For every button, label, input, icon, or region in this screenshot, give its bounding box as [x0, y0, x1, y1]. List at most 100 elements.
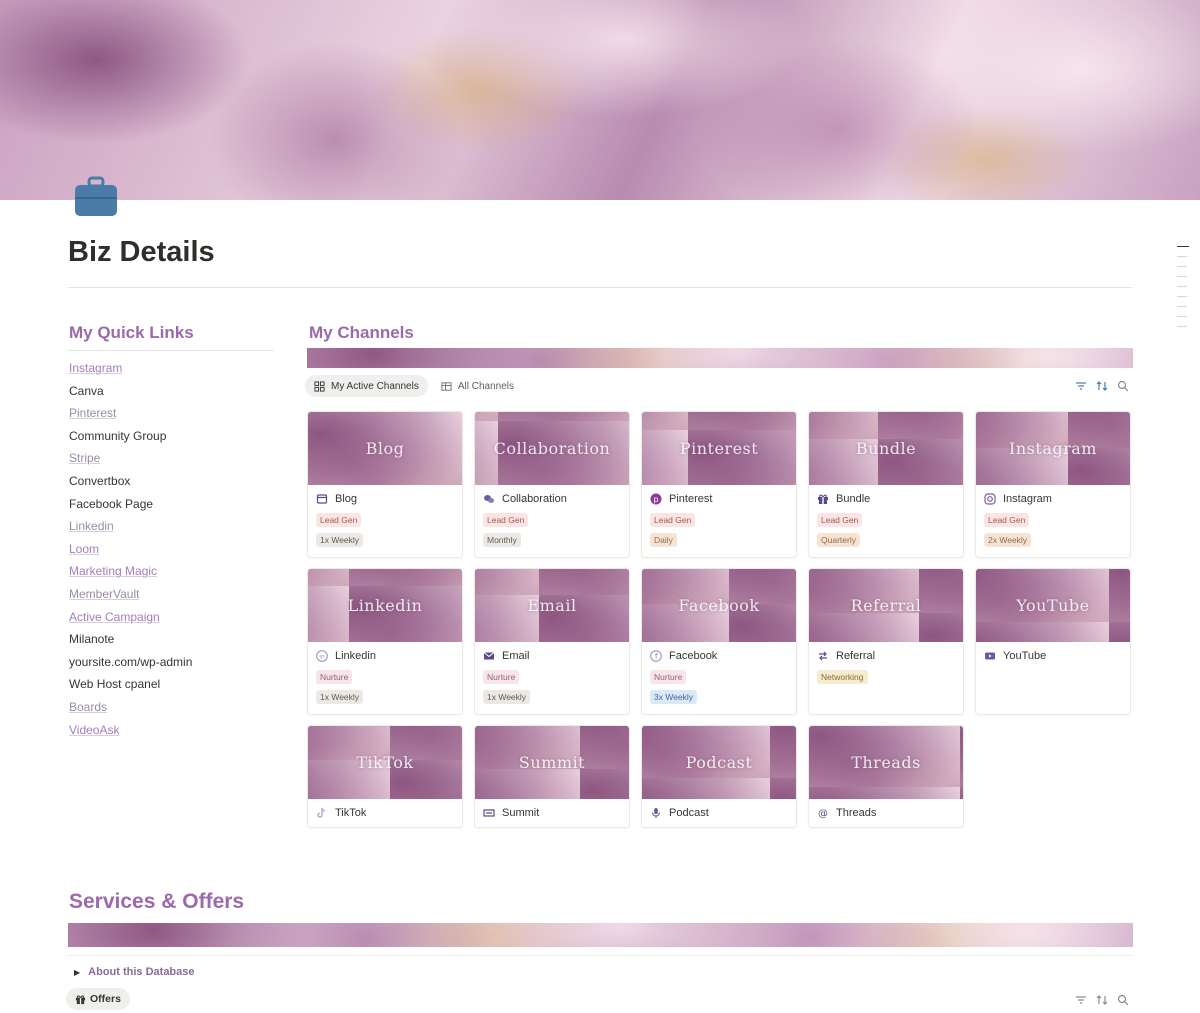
tab-all-channels[interactable]: All Channels [432, 375, 523, 397]
svg-text:@: @ [818, 809, 828, 820]
channel-card-collaboration[interactable]: Collaboration Collaboration Lead Gen Monthl… [474, 411, 630, 558]
card-cover: Bundle [809, 412, 963, 485]
facebook-icon: f [650, 650, 662, 662]
card-name-label: Threads [836, 807, 877, 819]
filter-icon[interactable] [1075, 994, 1087, 1006]
card-tags: Lead Gen 1x Weekly [316, 507, 454, 547]
cover-image [0, 0, 1200, 200]
card-cover: Instagram [976, 412, 1130, 485]
channel-card-instagram[interactable]: Instagram Instagram Lead Gen 2x Weekly [975, 411, 1131, 558]
card-cover: Email [475, 569, 629, 642]
channel-card-blog[interactable]: Blog Blog Lead Gen 1x Weekly [307, 411, 463, 558]
quick-link-canva[interactable]: Canva [69, 383, 279, 406]
channel-card-referral[interactable]: Referral Referral Networking [808, 568, 964, 715]
card-name-label: Referral [836, 650, 876, 662]
card-tags: Nurture 1x Weekly [316, 664, 454, 704]
tag-badge: Lead Gen [817, 513, 863, 527]
card-cover-title: Summit [518, 753, 586, 772]
quick-link-loom[interactable]: Loom [69, 541, 279, 564]
quick-link-yoursite-com-wp-admin[interactable]: yoursite.com/wp-admin [69, 654, 279, 677]
channel-card-tiktok[interactable]: TikTok TikTok [307, 725, 463, 828]
card-name: Referral [817, 648, 955, 664]
card-name: TikTok [316, 805, 454, 821]
channel-card-summit[interactable]: Summit Summit [474, 725, 630, 828]
channel-card-podcast[interactable]: Podcast Podcast [641, 725, 797, 828]
channel-card-pinterest[interactable]: Pinterest p Pinterest Lead Gen Daily [641, 411, 797, 558]
card-tags: Lead Gen 2x Weekly [984, 507, 1122, 547]
quick-link-milanote[interactable]: Milanote [69, 631, 279, 654]
chat-icon [484, 495, 494, 503]
quick-link-web-host-cpanel[interactable]: Web Host cpanel [69, 676, 279, 699]
tab-offers[interactable]: Offers [66, 988, 130, 1010]
card-name-label: Linkedin [335, 650, 376, 662]
svg-text:p: p [653, 495, 658, 504]
search-icon[interactable] [1117, 994, 1129, 1006]
quick-link-active-campaign[interactable]: Active Campaign [69, 609, 279, 632]
quick-link-membervault[interactable]: MemberVault [69, 586, 279, 609]
triangle-right-icon: ▶ [74, 967, 81, 977]
tag-badge: 1x Weekly [316, 690, 364, 704]
quick-link-convertbox[interactable]: Convertbox [69, 473, 279, 496]
tag-badge: 3x Weekly [650, 690, 698, 704]
tag-badge: Lead Gen [316, 513, 362, 527]
card-name: YouTube [984, 648, 1122, 664]
quick-link-community-group[interactable]: Community Group [69, 428, 279, 451]
table-of-contents[interactable] [1177, 246, 1189, 336]
tag-badge: Quarterly [817, 533, 860, 547]
about-database-toggle[interactable]: ▶ About this Database [74, 966, 195, 978]
quick-link-videoask[interactable]: VideoAsk [69, 722, 279, 745]
channel-card-facebook[interactable]: Facebook f Facebook Nurture 3x Weekly [641, 568, 797, 715]
card-name-label: TikTok [335, 807, 367, 819]
channel-card-youtube[interactable]: YouTube YouTube [975, 568, 1131, 715]
card-cover: Facebook [642, 569, 796, 642]
quick-link-instagram[interactable]: Instagram [69, 360, 279, 383]
referral-icon [819, 651, 827, 661]
card-cover: Linkedin [308, 569, 462, 642]
quick-link-pinterest[interactable]: Pinterest [69, 405, 279, 428]
channel-card-email[interactable]: Email Email Nurture 1x Weekly [474, 568, 630, 715]
offers-toolbar [1075, 994, 1129, 1006]
offers-label: Offers [90, 993, 121, 1005]
channel-card-linkedin[interactable]: Linkedin in Linkedin Nurture 1x Weekly [307, 568, 463, 715]
channels-toolbar [1075, 380, 1129, 392]
filter-icon[interactable] [1075, 380, 1087, 392]
quick-links-heading: My Quick Links [69, 323, 194, 342]
gift-icon [75, 994, 86, 1004]
quick-link-stripe[interactable]: Stripe [69, 450, 279, 473]
pinterest-icon: p [650, 493, 662, 505]
quick-link-facebook-page[interactable]: Facebook Page [69, 496, 279, 519]
search-icon[interactable] [1117, 380, 1129, 392]
card-cover-title: Pinterest [679, 439, 759, 458]
youtube-icon [985, 652, 995, 660]
card-name-label: Collaboration [502, 493, 567, 505]
tag-badge: Lead Gen [984, 513, 1030, 527]
channel-card-bundle[interactable]: Bundle Bundle Lead Gen Quarterly [808, 411, 964, 558]
card-cover: Referral [809, 569, 963, 642]
threads-icon: @ [818, 809, 828, 820]
tag-badge: Nurture [483, 670, 520, 684]
card-cover-title: Podcast [685, 753, 753, 772]
tab-my-active-channels[interactable]: My Active Channels [305, 375, 428, 397]
card-name-label: Instagram [1003, 493, 1052, 505]
card-name: Podcast [650, 805, 788, 821]
card-name: p Pinterest [650, 491, 788, 507]
card-cover-title: Threads [851, 753, 921, 772]
microphone-icon [651, 808, 661, 818]
briefcase-icon[interactable] [74, 176, 118, 218]
tag-badge: Nurture [316, 670, 353, 684]
services-divider [68, 955, 1133, 956]
card-cover: Podcast [642, 726, 796, 799]
quick-link-marketing-magic[interactable]: Marketing Magic [69, 563, 279, 586]
quick-link-linkedin[interactable]: Linkedin [69, 518, 279, 541]
summit-icon [483, 809, 495, 817]
quick-link-boards[interactable]: Boards [69, 699, 279, 722]
tag-badge: Monthly [483, 533, 521, 547]
card-name-label: Bundle [836, 493, 871, 505]
services-banner [68, 923, 1133, 947]
card-cover: Blog [308, 412, 462, 485]
sort-icon[interactable] [1096, 994, 1108, 1006]
card-cover-title: Collaboration [493, 439, 611, 458]
channel-card-threads[interactable]: Threads @ Threads [808, 725, 964, 828]
tag-badge: Daily [650, 533, 677, 547]
sort-icon[interactable] [1096, 380, 1108, 392]
